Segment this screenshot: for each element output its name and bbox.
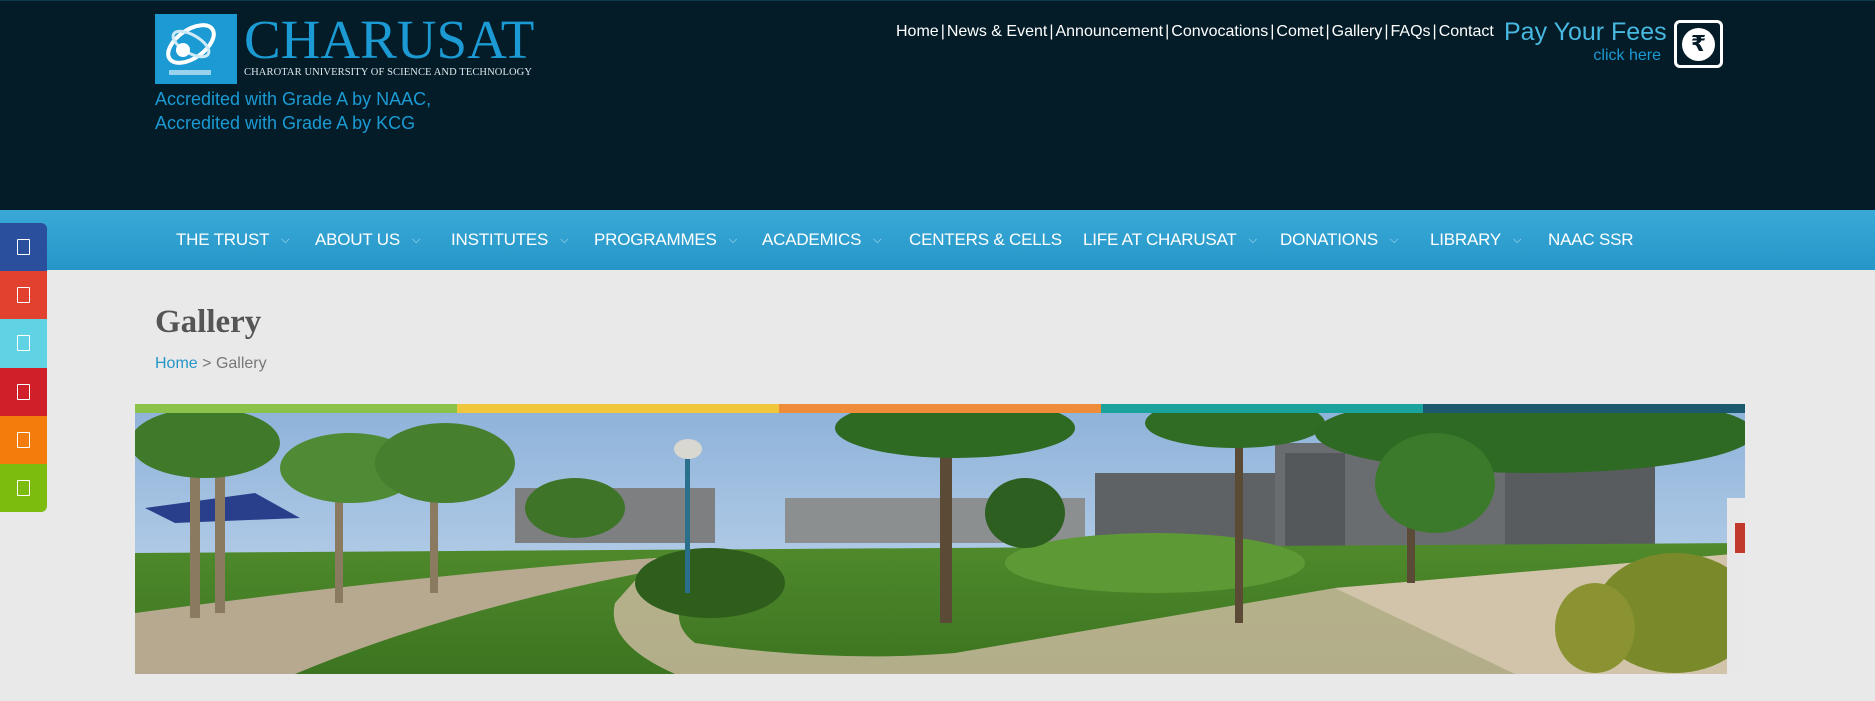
color-strip-yellow bbox=[457, 404, 779, 413]
accreditation-text: Accredited with Grade A by NAAC, Accredi… bbox=[155, 87, 431, 135]
campus-banner-image bbox=[135, 413, 1745, 674]
nav-item-life-at-charusat[interactable]: LIFE AT CHARUSAT ⌵ bbox=[1083, 210, 1257, 270]
twitter-glyph bbox=[17, 335, 30, 352]
chevron-down-icon: ⌵ bbox=[1390, 233, 1399, 246]
top-link-announcement[interactable]: Announcement bbox=[1055, 23, 1163, 41]
pay-fees-link[interactable]: click here bbox=[1504, 47, 1661, 65]
nav-item-label: INSTITUTES bbox=[451, 230, 549, 249]
logo-wordmark: CHARUSAT bbox=[244, 9, 535, 70]
logo-tagline: CHAROTAR UNIVERSITY OF SCIENCE AND TECHN… bbox=[244, 67, 533, 78]
google-plus-glyph bbox=[17, 287, 30, 304]
nav-item-about-us[interactable]: ABOUT US ⌵ bbox=[315, 210, 420, 270]
nav-item-label: ACADEMICS bbox=[762, 230, 862, 249]
top-link-gallery[interactable]: Gallery bbox=[1332, 23, 1383, 41]
nav-item-centers-cells[interactable]: CENTERS & CELLS bbox=[909, 210, 1062, 270]
youtube-icon[interactable] bbox=[0, 367, 47, 416]
chevron-down-icon: ⌵ bbox=[1513, 233, 1522, 246]
facebook-glyph bbox=[17, 239, 30, 256]
color-strip-orange bbox=[779, 404, 1101, 413]
accreditation-kcg: Accredited with Grade A by KCG bbox=[155, 113, 416, 133]
chevron-down-icon: ⌵ bbox=[560, 233, 569, 246]
share-glyph bbox=[17, 480, 30, 497]
nav-item-label: DONATIONS bbox=[1280, 230, 1379, 249]
logo-emblem-icon bbox=[155, 14, 237, 84]
color-strip bbox=[135, 404, 1745, 413]
facebook-icon[interactable] bbox=[0, 223, 47, 272]
accreditation-naac: Accredited with Grade A by NAAC, bbox=[155, 89, 432, 109]
breadcrumb-current: Gallery bbox=[215, 355, 267, 372]
blogger-icon[interactable] bbox=[0, 415, 47, 464]
site-header: CHARUSAT CHAROTAR UNIVERSITY OF SCIENCE … bbox=[0, 0, 1875, 210]
breadcrumb-separator: > bbox=[202, 355, 212, 372]
color-strip-navy bbox=[1423, 404, 1745, 413]
chevron-down-icon: ⌵ bbox=[281, 233, 290, 246]
pay-fees-block: Pay Your Fees click here bbox=[1504, 17, 1667, 65]
rupee-icon[interactable]: ₹ bbox=[1674, 20, 1723, 68]
top-link-separator: | bbox=[1325, 23, 1330, 40]
nav-item-donations[interactable]: DONATIONS ⌵ bbox=[1280, 210, 1398, 270]
top-link-news-event[interactable]: News & Event bbox=[947, 23, 1047, 41]
google-plus-icon[interactable] bbox=[0, 271, 47, 320]
top-link-separator: | bbox=[1270, 23, 1275, 40]
top-link-contact[interactable]: Contact bbox=[1439, 23, 1494, 41]
top-link-separator: | bbox=[940, 23, 945, 40]
nav-item-label: THE TRUST bbox=[176, 230, 270, 249]
pay-fees-title: Pay Your Fees bbox=[1504, 18, 1667, 46]
twitter-icon[interactable] bbox=[0, 319, 47, 368]
nav-item-programmes[interactable]: PROGRAMMES ⌵ bbox=[594, 210, 737, 270]
chevron-down-icon: ⌵ bbox=[412, 233, 421, 246]
social-rail bbox=[0, 223, 47, 512]
top-links: Home | News & Event | Announcement | Convoc… bbox=[896, 23, 1494, 41]
top-link-comet[interactable]: Comet bbox=[1276, 23, 1323, 41]
page-title: Gallery bbox=[155, 304, 262, 340]
youtube-glyph bbox=[17, 383, 30, 400]
top-link-home[interactable]: Home bbox=[896, 23, 939, 41]
nav-item-label: CENTERS & CELLS bbox=[909, 230, 1062, 249]
chevron-down-icon: ⌵ bbox=[728, 233, 737, 246]
breadcrumb-home[interactable]: Home bbox=[155, 355, 198, 372]
top-link-faqs[interactable]: FAQs bbox=[1391, 23, 1431, 41]
nav-item-label: PROGRAMMES bbox=[594, 230, 717, 249]
charusat-logo[interactable]: CHARUSAT CHAROTAR UNIVERSITY OF SCIENCE … bbox=[155, 10, 534, 84]
color-strip-green bbox=[135, 404, 457, 413]
top-link-separator: | bbox=[1384, 23, 1389, 40]
chevron-down-icon: ⌵ bbox=[873, 233, 882, 246]
top-link-separator: | bbox=[1165, 23, 1170, 40]
top-link-convocations[interactable]: Convocations bbox=[1171, 23, 1268, 41]
nav-item-label: NAAC SSR bbox=[1548, 230, 1634, 249]
blogger-glyph bbox=[17, 431, 30, 448]
breadcrumb: Home > Gallery bbox=[155, 355, 267, 373]
chevron-down-icon: ⌵ bbox=[1248, 233, 1257, 246]
color-strip-teal bbox=[1101, 404, 1423, 413]
share-icon[interactable] bbox=[0, 463, 47, 512]
nav-item-library[interactable]: LIBRARY ⌵ bbox=[1430, 210, 1521, 270]
main-nav: THE TRUST ⌵ ABOUT US ⌵ INSTITUTES ⌵ PROGRAM… bbox=[0, 210, 1875, 270]
nav-item-label: LIFE AT CHARUSAT bbox=[1083, 230, 1237, 249]
nav-item-the-trust[interactable]: THE TRUST ⌵ bbox=[176, 210, 290, 270]
top-link-separator: | bbox=[1432, 23, 1437, 40]
nav-item-label: ABOUT US bbox=[315, 230, 400, 249]
nav-item-institutes[interactable]: INSTITUTES ⌵ bbox=[451, 210, 569, 270]
nav-item-naac-ssr[interactable]: NAAC SSR bbox=[1548, 210, 1634, 270]
rupee-glyph: ₹ bbox=[1682, 28, 1715, 61]
nav-item-academics[interactable]: ACADEMICS ⌵ bbox=[762, 210, 882, 270]
top-link-separator: | bbox=[1049, 23, 1054, 40]
nav-item-label: LIBRARY bbox=[1430, 230, 1502, 249]
